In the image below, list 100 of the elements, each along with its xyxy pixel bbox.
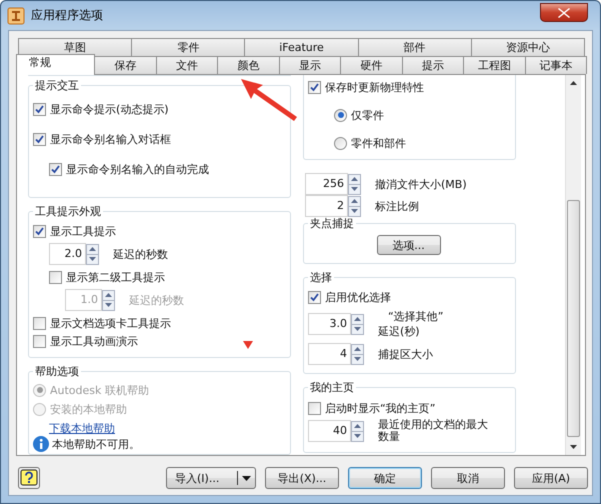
tab[interactable]: 提示: [402, 56, 464, 74]
marker-triangle-icon: [243, 341, 253, 349]
checkbox-label: 显示工具动画演示: [50, 334, 138, 348]
up-arrow-icon: [351, 177, 358, 181]
group-title: 帮助选项: [34, 364, 80, 379]
group-title: 工具提示外观: [34, 204, 102, 219]
field-label: 标注比例: [375, 198, 419, 214]
number-field[interactable]: 2.0: [49, 243, 86, 265]
tab[interactable]: 零件: [131, 38, 246, 56]
tab[interactable]: 保存: [94, 56, 157, 74]
up-arrow-icon: [89, 247, 96, 251]
up-arrow-icon: [354, 424, 361, 428]
spin-down-button[interactable]: [348, 184, 361, 194]
spin-down-button[interactable]: [102, 300, 115, 310]
up-arrow-icon: [351, 199, 358, 203]
checkbox[interactable]: [33, 102, 46, 116]
checkbox[interactable]: [33, 132, 46, 146]
checkbox-label: 显示工具提示: [50, 224, 116, 238]
dialog-button[interactable]: 应用(A): [514, 467, 588, 489]
checkbox[interactable]: [308, 80, 321, 94]
help-button[interactable]: [18, 467, 40, 489]
spin-up-button[interactable]: [351, 344, 364, 354]
field-label: 延迟的秒数: [129, 292, 184, 308]
tab[interactable]: 部件: [358, 38, 472, 56]
checkbox[interactable]: [308, 402, 321, 414]
up-arrow-icon: [105, 293, 112, 297]
spin-down-button[interactable]: [351, 430, 364, 442]
spin-up-button[interactable]: [348, 196, 361, 206]
tab[interactable]: iFeature: [244, 38, 359, 56]
checkbox-label: 显示命令别名输入对话框: [50, 132, 171, 146]
tab[interactable]: 常规: [16, 54, 96, 75]
radio-button[interactable]: [334, 136, 347, 150]
group-title: 夹点捕捉: [309, 216, 355, 231]
window-title: 应用程序选项: [31, 7, 103, 24]
spin-up-button[interactable]: [351, 314, 364, 324]
dialog-button[interactable]: 导出(X)...: [265, 467, 339, 489]
number-field[interactable]: 256: [305, 173, 348, 195]
down-arrow-icon: [354, 434, 361, 438]
options-button[interactable]: 选项...: [376, 235, 440, 255]
close-button[interactable]: [540, 3, 588, 22]
spin-up-button[interactable]: [348, 174, 361, 184]
number-field[interactable]: 4: [308, 343, 351, 365]
tab[interactable]: 硬件: [340, 56, 403, 74]
radio-button[interactable]: [334, 108, 347, 122]
radio-label: 仅零件: [351, 108, 384, 122]
scrollbar[interactable]: [565, 75, 581, 455]
spin-down-button[interactable]: [348, 206, 361, 216]
tab[interactable]: 资源中心: [470, 38, 586, 56]
field-label: 延迟的秒数: [113, 246, 168, 262]
app-icon: [7, 6, 25, 24]
field-label: 最近使用的文档的最大数量: [378, 419, 489, 443]
checkbox[interactable]: [33, 224, 46, 238]
group-title: 选择: [309, 270, 333, 285]
tab[interactable]: 颜色: [217, 56, 280, 74]
group-title: 我的主页: [309, 380, 355, 395]
down-arrow-icon: [351, 187, 358, 191]
tab[interactable]: 显示: [278, 56, 342, 74]
number-field[interactable]: 2: [305, 195, 348, 217]
down-arrow-icon: [105, 303, 112, 307]
radio-label: 零件和部件: [351, 136, 406, 150]
spin-down-button[interactable]: [351, 324, 364, 334]
spin-down-button[interactable]: [86, 254, 99, 264]
checkbox[interactable]: [33, 316, 46, 330]
radio-label: 安装的本地帮助: [50, 402, 127, 416]
number-field[interactable]: 3.0: [308, 313, 351, 335]
checkbox[interactable]: [49, 270, 62, 284]
caret-icon: [242, 476, 251, 480]
spin-up-button[interactable]: [351, 420, 364, 432]
dialog-button[interactable]: 导入(I)...: [166, 467, 256, 489]
dialog-button[interactable]: 取消: [431, 467, 505, 489]
help-icon: [20, 469, 38, 487]
dialog-button[interactable]: 确定: [348, 467, 422, 489]
spin-up-button[interactable]: [86, 244, 99, 254]
checkbox-label: 显示文档选项卡工具提示: [50, 316, 171, 330]
down-arrow-icon: [570, 445, 577, 449]
number-field[interactable]: 40: [308, 420, 351, 442]
checkbox-label: 显示命令提示(动态提示): [50, 102, 169, 116]
down-arrow-icon: [351, 209, 358, 213]
tab[interactable]: 记事本: [524, 56, 588, 74]
tab[interactable]: 工程图: [463, 56, 526, 74]
info-text: 本地帮助不可用。: [52, 436, 140, 452]
up-arrow-icon: [570, 81, 577, 85]
down-arrow-icon: [354, 327, 361, 331]
checkbox-label: 显示第二级工具提示: [66, 270, 165, 284]
checkbox[interactable]: [49, 162, 62, 176]
info-icon: [33, 436, 49, 452]
checkbox-label: 启用优化选择: [325, 290, 391, 304]
checkbox[interactable]: [308, 290, 321, 304]
scroll-thumb[interactable]: [567, 200, 580, 437]
checkbox-label: 启动时显示“我的主页”: [325, 400, 436, 416]
spin-up-button[interactable]: [102, 290, 115, 300]
down-arrow-icon: [89, 257, 96, 261]
radio-label: Autodesk 联机帮助: [50, 382, 149, 398]
help-link[interactable]: 下载本地帮助: [33, 420, 115, 436]
group-title: 提示交互: [34, 78, 80, 93]
field-label: 捕捉区大小: [378, 346, 433, 362]
tab[interactable]: 草图: [18, 38, 132, 56]
checkbox[interactable]: [33, 334, 46, 348]
tab[interactable]: 文件: [156, 56, 218, 74]
spin-down-button[interactable]: [351, 354, 364, 364]
